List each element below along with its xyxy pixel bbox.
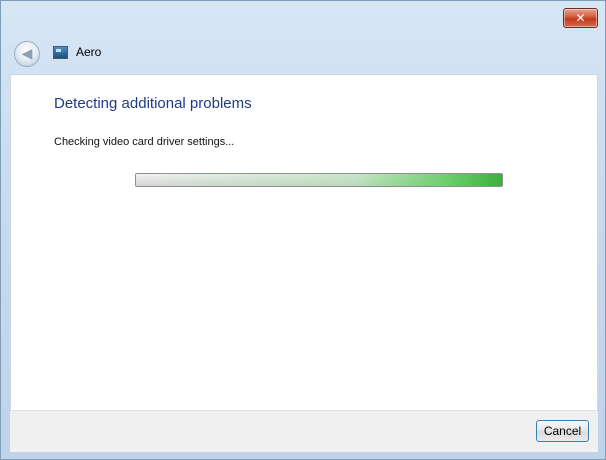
cancel-button[interactable]: Cancel [536, 420, 589, 442]
page-heading: Detecting additional problems [54, 95, 252, 112]
progress-bar [135, 173, 503, 187]
content-area: Detecting additional problems Checking v… [10, 74, 598, 410]
status-text: Checking video card driver settings... [54, 136, 235, 148]
close-icon: ✕ [575, 11, 586, 25]
app-icon [53, 46, 68, 59]
back-button[interactable]: ◀ [14, 41, 40, 67]
footer-bar: Cancel [10, 410, 598, 452]
title-bar: ✕ ◀ Aero [1, 1, 605, 75]
close-button[interactable]: ✕ [563, 8, 598, 28]
window-title: Aero [76, 45, 102, 59]
progress-indicator [136, 174, 502, 186]
back-arrow-icon: ◀ [21, 46, 33, 62]
dialog-window: ✕ ◀ Aero Detecting additional problems C… [0, 0, 606, 460]
